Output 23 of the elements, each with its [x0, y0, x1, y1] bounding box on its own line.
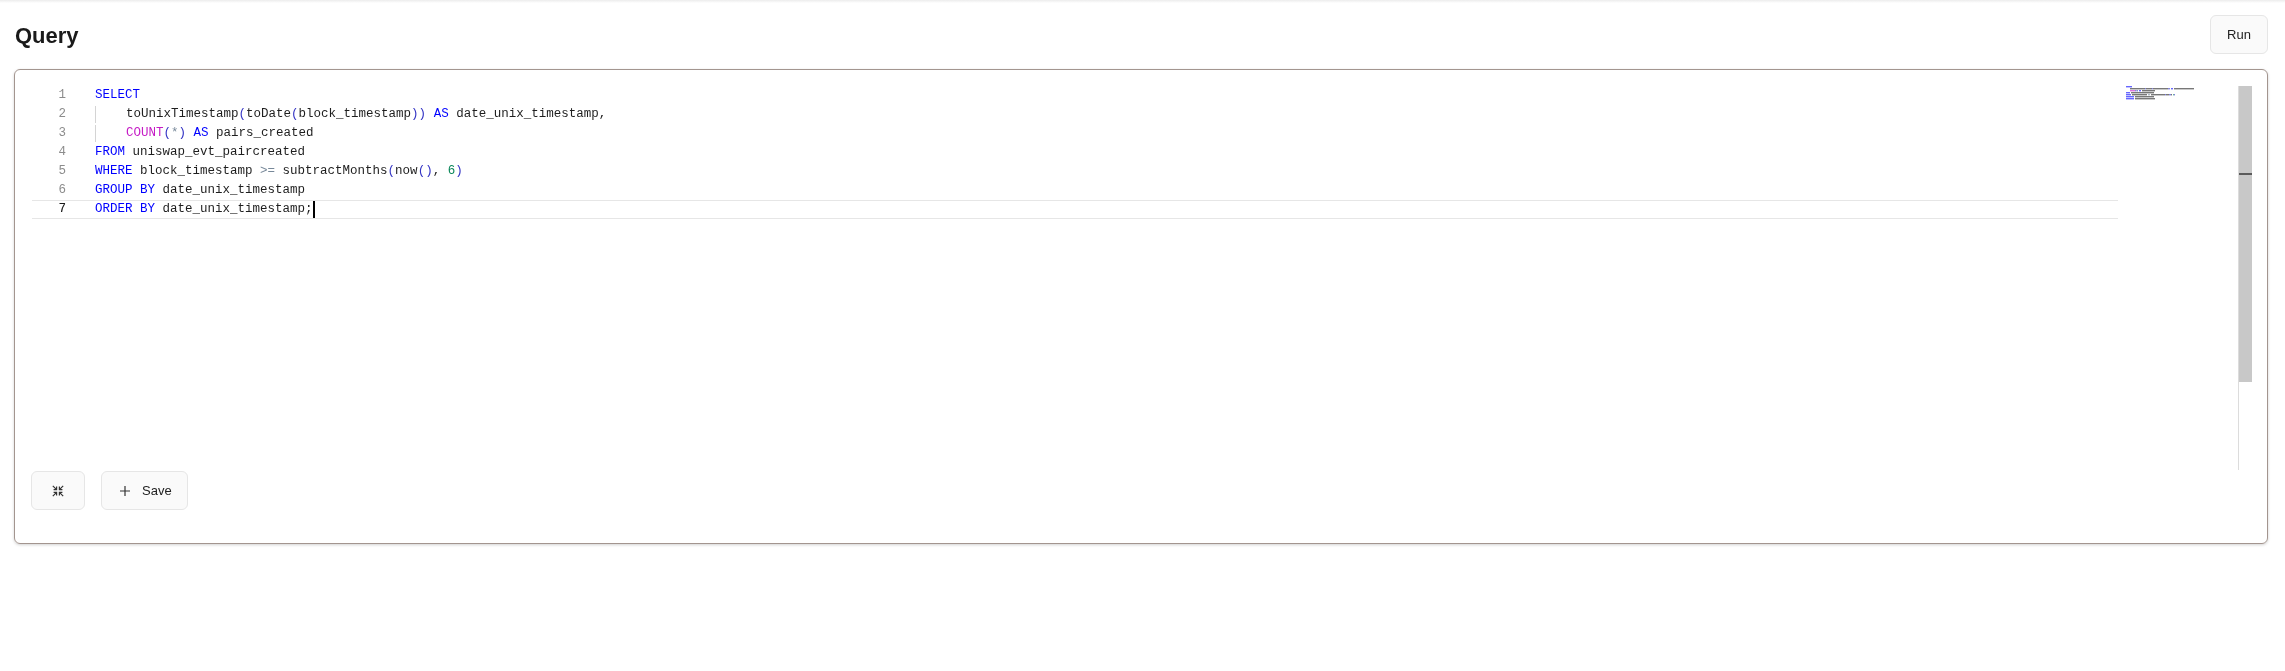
- cursor-marker: [2239, 173, 2252, 175]
- text-cursor: [312, 201, 315, 218]
- code-line: SELECT: [95, 87, 140, 104]
- line-number: 5: [57, 163, 66, 180]
- code-line: ORDER BY date_unix_timestamp;: [95, 201, 313, 218]
- line-number: 6: [57, 182, 66, 199]
- scrollbar-track[interactable]: [2238, 86, 2252, 470]
- code-line: WHERE block_timestamp >= subtractMonths(now(), 6): [95, 163, 463, 180]
- minimap-drawing: [2126, 86, 2194, 100]
- code-line: GROUP BY date_unix_timestamp: [95, 182, 306, 199]
- page-title: Query: [15, 21, 79, 50]
- line-number: 2: [57, 106, 66, 123]
- line-number: 7: [57, 201, 66, 218]
- collapse-button[interactable]: [31, 471, 85, 510]
- line-number: 4: [57, 144, 66, 161]
- line-number: 3: [57, 125, 66, 142]
- collapse-icon: [52, 484, 64, 497]
- run-button[interactable]: Run: [2210, 14, 2268, 54]
- plus-icon: [120, 485, 130, 496]
- save-button[interactable]: Save: [101, 471, 188, 510]
- scrollbar-thumb[interactable]: [2239, 86, 2252, 382]
- code-line: FROM uniswap_evt_paircreated: [95, 144, 306, 161]
- line-number: 1: [57, 87, 66, 104]
